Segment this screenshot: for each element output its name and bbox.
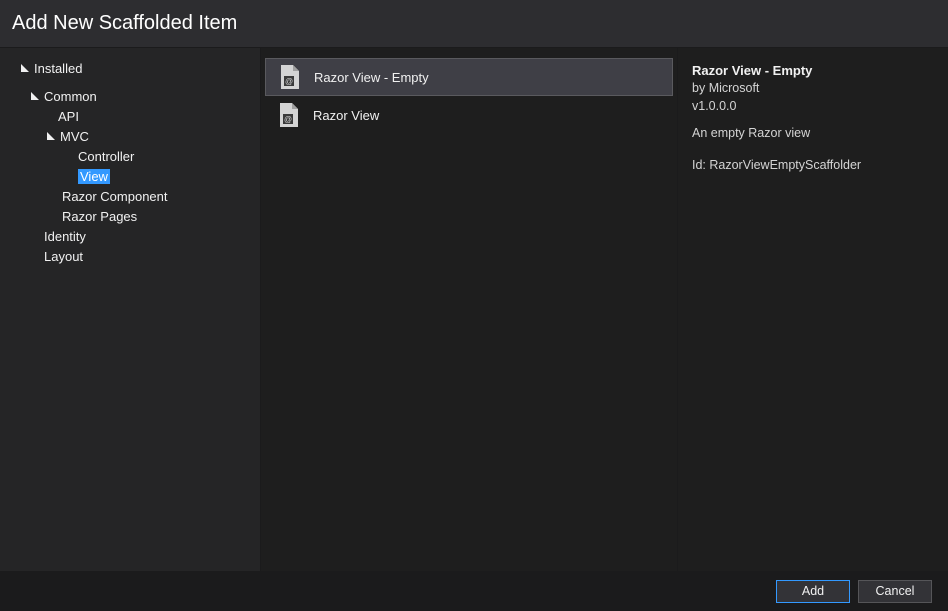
tree-label: Controller [78,149,134,164]
details-by-author: Microsoft [709,81,760,95]
tree-label: Razor Pages [62,209,137,224]
expand-icon [44,129,58,143]
template-label: Razor View - Empty [314,70,429,85]
dialog-title: Add New Scaffolded Item [12,12,237,35]
svg-text:@: @ [284,115,292,124]
tree-item-installed[interactable]: Installed [0,58,260,78]
tree-label-selected: View [78,169,110,184]
expand-icon [18,61,32,75]
tree-item-identity[interactable]: Identity [0,226,260,246]
tree-label: Layout [44,249,83,264]
expand-icon [28,89,42,103]
details-description: An empty Razor view [692,125,934,143]
tree-label: Razor Component [62,189,168,204]
template-list: @ Razor View - Empty @ Razor View [260,48,678,571]
dialog-footer: Add Cancel [0,571,948,611]
details-author: by Microsoft [692,80,934,98]
details-panel: Razor View - Empty by Microsoft v1.0.0.0… [678,48,948,571]
details-id: Id: RazorViewEmptyScaffolder [692,157,934,175]
template-label: Razor View [313,108,379,123]
add-button[interactable]: Add [776,580,850,603]
template-item-razor-view-empty[interactable]: @ Razor View - Empty [265,58,673,96]
details-by-prefix: by [692,81,709,95]
sidebar-tree: Installed Common API MVC Controller View… [0,48,260,571]
tree-label: API [58,109,79,124]
svg-text:@: @ [285,77,293,86]
cancel-button[interactable]: Cancel [858,580,932,603]
tree-item-view[interactable]: View [0,166,260,186]
template-item-razor-view[interactable]: @ Razor View [265,96,673,134]
details-id-value: RazorViewEmptyScaffolder [709,158,861,172]
tree-item-mvc[interactable]: MVC [0,126,260,146]
details-title: Razor View - Empty [692,62,934,80]
details-version: v1.0.0.0 [692,98,934,116]
details-id-prefix: Id: [692,158,709,172]
cshtml-file-icon: @ [278,64,300,90]
dialog-body: Installed Common API MVC Controller View… [0,48,948,571]
tree-label: Common [44,89,97,104]
tree-label: Identity [44,229,86,244]
tree-item-common[interactable]: Common [0,86,260,106]
tree-item-layout[interactable]: Layout [0,246,260,266]
tree-label: MVC [60,129,89,144]
tree-item-razor-component[interactable]: Razor Component [0,186,260,206]
tree-item-api[interactable]: API [0,106,260,126]
tree-label: Installed [34,61,82,76]
tree-item-controller[interactable]: Controller [0,146,260,166]
dialog-header: Add New Scaffolded Item [0,0,948,48]
cshtml-file-icon: @ [277,102,299,128]
tree-item-razor-pages[interactable]: Razor Pages [0,206,260,226]
